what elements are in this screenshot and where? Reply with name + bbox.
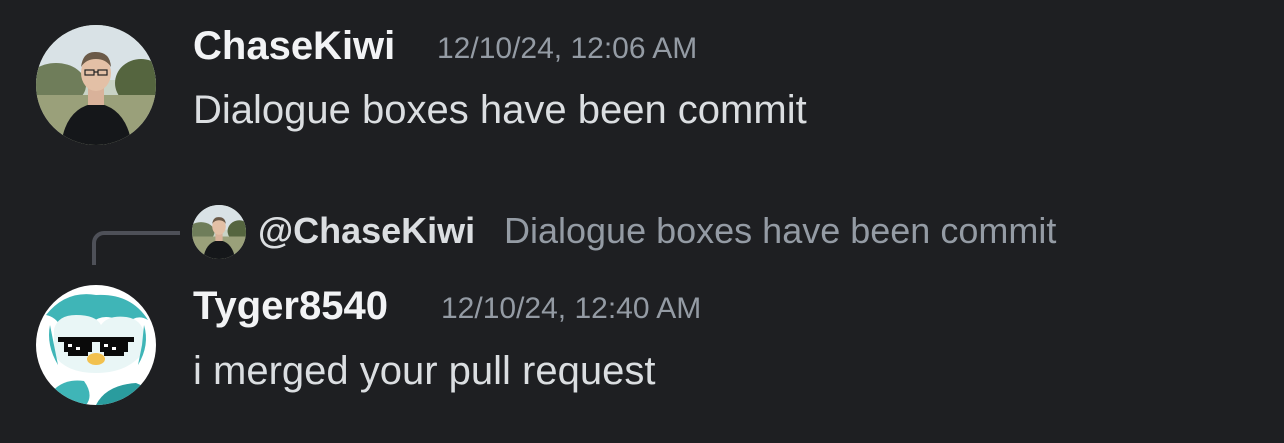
person-avatar-icon [36,25,156,145]
bird-avatar-icon [36,285,156,405]
reply-connector [92,231,180,265]
username[interactable]: ChaseKiwi [193,24,395,69]
timestamp: 12/10/24, 12:06 AM [437,32,698,65]
chat-log: ChaseKiwi 12/10/24, 12:06 AM Dialogue bo… [0,0,1284,443]
reply-mention[interactable]: @ChaseKiwi [258,210,475,252]
message-text: Dialogue boxes have been commit [193,88,807,132]
timestamp: 12/10/24, 12:40 AM [441,292,702,325]
avatar-chasekiwi[interactable] [36,25,156,145]
username[interactable]: Tyger8540 [193,284,388,329]
reply-preview-text[interactable]: Dialogue boxes have been commit [504,210,1056,252]
message-text: i merged your pull request [193,349,656,393]
person-avatar-icon [192,205,246,259]
reply-avatar[interactable] [192,205,246,259]
avatar-tyger8540[interactable] [36,285,156,405]
